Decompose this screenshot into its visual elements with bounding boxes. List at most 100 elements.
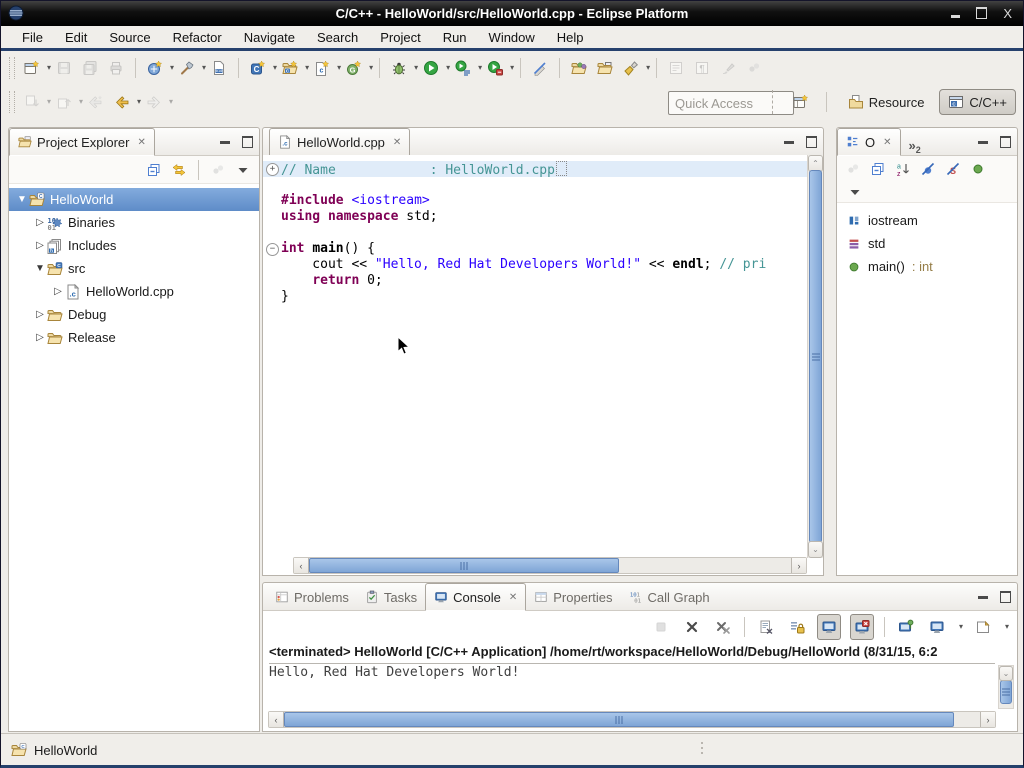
search-button[interactable]: [618, 55, 644, 81]
save-button[interactable]: [51, 55, 77, 81]
tab-helloworld-cpp-close-icon[interactable]: ✕: [393, 137, 401, 148]
tree-item-helloworld-cpp[interactable]: ▷.cHelloWorld.cpp: [9, 280, 259, 303]
open-type-button[interactable]: [566, 55, 592, 81]
console-hscroll-thumb[interactable]: [284, 712, 954, 727]
block-selection-button[interactable]: [663, 55, 689, 81]
console-output[interactable]: Hello, Red Hat Developers World!: [269, 665, 995, 709]
remove-all-terminated-button[interactable]: [712, 615, 734, 639]
show-whitespace-button[interactable]: ¶: [689, 55, 715, 81]
tab-console[interactable]: Console ✕: [425, 583, 526, 611]
maximize-button[interactable]: [976, 7, 987, 19]
tab-outline-close-icon[interactable]: ✕: [883, 137, 891, 148]
close-button[interactable]: X: [1003, 7, 1012, 20]
terminate-button[interactable]: [650, 615, 672, 639]
sort-alphabetically-icon[interactable]: az: [895, 161, 911, 177]
tree-item-release[interactable]: ▷Release: [9, 326, 259, 349]
code-line[interactable]: return 0;: [263, 273, 808, 289]
menu-edit[interactable]: Edit: [54, 26, 98, 48]
tab-tasks[interactable]: Tasks: [357, 584, 425, 610]
build-button[interactable]: [174, 55, 200, 81]
focus-task-button[interactable]: [741, 55, 767, 81]
hide-static-members-icon[interactable]: S: [945, 161, 961, 177]
debug-button[interactable]: [386, 55, 412, 81]
code-line[interactable]: }: [263, 289, 808, 305]
outline-focus-icon[interactable]: [845, 161, 861, 177]
new-wizard-button[interactable]: [19, 55, 45, 81]
code-line[interactable]: using namespace std;: [263, 209, 808, 225]
next-annotation-button[interactable]: [19, 89, 45, 115]
fold-plus-icon[interactable]: +: [263, 161, 281, 177]
menu-run[interactable]: Run: [432, 26, 478, 48]
outline-collapse-all-icon[interactable]: [870, 161, 886, 177]
outline-item-std[interactable]: std: [837, 232, 1017, 255]
console-vertical-scrollbar[interactable]: ⌃ ⌄: [998, 665, 1014, 709]
console-horizontal-scrollbar[interactable]: ‹ ›: [268, 711, 996, 728]
editor-maximize-icon[interactable]: [806, 136, 817, 148]
outline-item-main-[interactable]: main() : int: [837, 255, 1017, 278]
explorer-minimize-icon[interactable]: [220, 141, 230, 144]
tree-item-debug[interactable]: ▷Debug: [9, 303, 259, 326]
collapsed-arrow-icon[interactable]: ▷: [51, 286, 65, 297]
scroll-right-icon[interactable]: ›: [791, 558, 806, 573]
code-line[interactable]: [263, 177, 808, 193]
collapsed-arrow-icon[interactable]: ▷: [33, 240, 47, 251]
console-scroll-right-icon[interactable]: ›: [980, 712, 995, 727]
mark-occurrences-button[interactable]: [527, 55, 553, 81]
new-c-project-button[interactable]: C: [245, 55, 271, 81]
editor-minimize-icon[interactable]: [784, 141, 794, 144]
explorer-maximize-icon[interactable]: [242, 136, 253, 148]
expanded-arrow-icon[interactable]: ▼: [15, 194, 29, 205]
launch-config-button[interactable]: [142, 55, 168, 81]
menu-window[interactable]: Window: [478, 26, 546, 48]
editor-horizontal-scrollbar[interactable]: ‹ ›: [293, 557, 807, 574]
minimize-button[interactable]: [951, 8, 960, 18]
tab-problems[interactable]: Problems: [267, 584, 357, 610]
console-scroll-down-icon[interactable]: ⌄: [999, 666, 1013, 681]
menu-source[interactable]: Source: [98, 26, 161, 48]
pin-console-button[interactable]: [895, 615, 917, 639]
tab-properties[interactable]: Properties: [526, 584, 620, 610]
previous-annotation-button[interactable]: [51, 89, 77, 115]
scroll-left-icon[interactable]: ‹: [294, 558, 309, 573]
menu-file[interactable]: File: [11, 26, 54, 48]
toolbar-drag-handle[interactable]: [9, 57, 15, 79]
code-editor[interactable]: +// Name : HelloWorld.cpp#include <iostr…: [263, 155, 808, 558]
console-minimize-icon[interactable]: [978, 596, 988, 599]
external-tools-dropdown[interactable]: ▾: [510, 64, 514, 72]
clear-console-button[interactable]: [755, 615, 777, 639]
outline-view-menu-icon[interactable]: [847, 184, 863, 200]
forward-button[interactable]: [141, 89, 167, 115]
perspective-resource-button[interactable]: Resource: [839, 89, 934, 115]
binary-file-button[interactable]: 010: [206, 55, 232, 81]
code-line[interactable]: +// Name : HelloWorld.cpp: [263, 161, 808, 177]
toolbar-drag-handle-2[interactable]: [9, 91, 15, 113]
display-console-dropdown[interactable]: ▾: [959, 623, 963, 631]
print-button[interactable]: [103, 55, 129, 81]
forward-dropdown[interactable]: ▾: [169, 98, 173, 106]
menu-project[interactable]: Project: [369, 26, 431, 48]
editor-hscroll-thumb[interactable]: [309, 558, 619, 573]
tree-item-binaries[interactable]: ▷1001Binaries: [9, 211, 259, 234]
show-console-stdout-button[interactable]: [817, 614, 841, 640]
menu-help[interactable]: Help: [546, 26, 595, 48]
search-dropdown[interactable]: ▾: [646, 64, 650, 72]
new-class-dropdown[interactable]: ▾: [369, 64, 373, 72]
tab-project-explorer[interactable]: Project Explorer ✕: [9, 128, 155, 156]
editor-vertical-scrollbar[interactable]: ⌃ ⌄: [807, 155, 823, 558]
tree-item-src[interactable]: ▼Csrc: [9, 257, 259, 280]
tree-item-includes[interactable]: ▷hIncludes: [9, 234, 259, 257]
collapsed-arrow-icon[interactable]: ▷: [33, 309, 47, 320]
code-line[interactable]: cout << "Hello, Red Hat Developers World…: [263, 257, 808, 273]
hide-non-public-members-icon[interactable]: [970, 161, 986, 177]
display-selected-console-button[interactable]: [926, 615, 948, 639]
outline-maximize-icon[interactable]: [1000, 136, 1011, 148]
tab-outline[interactable]: O ✕: [837, 128, 901, 156]
save-all-button[interactable]: [77, 55, 103, 81]
explorer-focus-icon[interactable]: [210, 162, 226, 178]
menu-search[interactable]: Search: [306, 26, 369, 48]
new-source-folder-button[interactable]: C: [277, 55, 303, 81]
back-button[interactable]: [109, 89, 135, 115]
code-line[interactable]: [263, 225, 808, 241]
console-vscroll-thumb[interactable]: [1000, 680, 1012, 704]
console-maximize-icon[interactable]: [1000, 591, 1011, 603]
